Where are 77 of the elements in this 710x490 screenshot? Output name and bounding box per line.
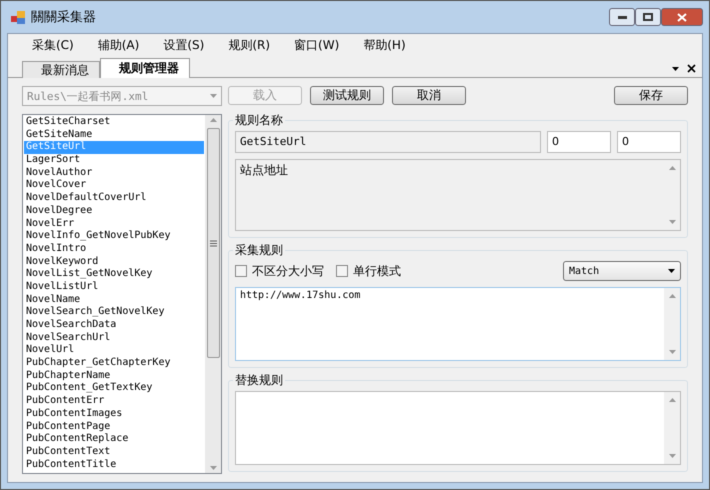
list-item[interactable]: LagerSort — [24, 154, 204, 167]
list-item[interactable]: NovelErr — [24, 218, 204, 230]
list-item[interactable]: NovelIntro — [24, 242, 204, 256]
list-item[interactable]: NovelKeyword — [24, 256, 204, 268]
menu-item[interactable]: 窗口(W) — [282, 36, 352, 54]
list-item[interactable]: NovelInfo_GetNovelPubKey — [24, 230, 204, 243]
maximize-button[interactable] — [635, 8, 661, 26]
caret-icon[interactable] — [668, 269, 675, 273]
menu-item[interactable]: 帮助(H) — [351, 36, 418, 54]
list-item[interactable]: PubChapterName — [24, 370, 204, 382]
tab[interactable]: 最新消息 — [22, 61, 100, 78]
replace-box[interactable] — [235, 391, 681, 465]
pattern-text: http://www.17shu.com — [239, 289, 362, 303]
menu-item[interactable]: 采集(C) — [20, 36, 86, 54]
list-item[interactable]: NovelUrl — [24, 344, 204, 358]
list-item[interactable]: NovelSearchUrl — [24, 332, 204, 344]
group-title: 规则名称 — [233, 112, 285, 129]
close-icon — [677, 12, 687, 22]
scroll-down-icon[interactable] — [668, 454, 676, 458]
maximize-icon — [643, 13, 653, 21]
list-item[interactable]: PubContentImages — [24, 408, 204, 420]
list-item[interactable]: NovelAuthor — [24, 166, 204, 180]
tab[interactable]: 规则管理器 — [100, 58, 190, 78]
app-icon — [11, 10, 25, 24]
list-item[interactable]: GetSiteName — [24, 128, 204, 142]
checkbox[interactable] — [336, 265, 348, 277]
scroll-up-icon[interactable] — [668, 166, 676, 170]
save-button[interactable]: 保存 — [614, 86, 688, 105]
mode-dropdown[interactable]: Match — [563, 261, 681, 281]
window-title: 關關采集器 — [31, 9, 97, 26]
option-checkbox[interactable]: 不区分大小写 — [235, 262, 324, 280]
list-item[interactable]: NovelSearch_GetNovelKey — [24, 306, 204, 319]
description-text: 站点地址 — [239, 162, 289, 179]
scroll-thumb[interactable] — [206, 128, 220, 358]
scroll-down-icon[interactable] — [668, 220, 676, 224]
scrollbar[interactable] — [664, 392, 680, 464]
list-item[interactable]: PubContentErr — [24, 395, 204, 408]
group-title: 采集规则 — [233, 242, 285, 259]
list-item[interactable]: PubChapter_GetChapterKey — [24, 357, 204, 370]
scroll-down-icon[interactable] — [668, 350, 676, 354]
list-item[interactable]: NovelSearchData — [24, 319, 204, 332]
scrollbar[interactable] — [205, 115, 221, 473]
number-field[interactable]: 0 — [617, 131, 681, 153]
list-item[interactable]: PubContent_GetTextKey — [24, 382, 204, 396]
pattern-box[interactable]: http://www.17shu.com — [235, 287, 681, 361]
description-box[interactable]: 站点地址 — [235, 159, 681, 231]
list-item[interactable]: NovelListUrl — [24, 280, 204, 294]
list-item[interactable]: NovelCover — [24, 179, 204, 192]
list-item[interactable]: PubContentReplace — [24, 433, 204, 446]
menu-item[interactable]: 设置(S) — [151, 36, 216, 54]
scrollbar[interactable] — [664, 288, 680, 360]
list-item[interactable]: PubContentText — [24, 446, 204, 459]
scroll-up-icon[interactable] — [668, 398, 676, 402]
list-item[interactable]: GetSiteCharset — [24, 116, 204, 129]
checkbox[interactable] — [235, 265, 247, 277]
rule-name-field[interactable]: GetSiteUrl — [235, 131, 541, 153]
close-button[interactable] — [661, 8, 703, 26]
dropdown-icon[interactable] — [672, 66, 679, 70]
minimize-button[interactable] — [609, 8, 635, 26]
scroll-down-icon[interactable] — [210, 466, 216, 470]
list-item[interactable]: NovelDefaultCoverUrl — [24, 192, 204, 205]
number-field[interactable]: 0 — [547, 131, 611, 153]
group-title: 替换规则 — [233, 372, 285, 389]
option-checkbox[interactable]: 单行模式 — [336, 262, 401, 280]
menu-item[interactable]: 规则(R) — [216, 36, 282, 54]
list-item[interactable]: NovelList_GetNovelKey — [24, 268, 204, 281]
list-item[interactable]: PubContentTitle — [24, 458, 204, 472]
scroll-up-icon[interactable] — [210, 118, 216, 122]
list-item[interactable]: PubContentPage — [24, 420, 204, 434]
menu-item[interactable]: 辅助(A) — [86, 36, 152, 54]
scroll-up-icon[interactable] — [668, 294, 676, 298]
minimize-icon — [618, 16, 626, 18]
close-icon[interactable] — [687, 64, 696, 73]
toolbar-button[interactable]: 测试规则 — [310, 86, 384, 105]
list-item[interactable]: NovelDegree — [24, 204, 204, 218]
list-item[interactable]: NovelName — [24, 294, 204, 306]
toolbar-button[interactable]: 取消 — [392, 86, 466, 105]
